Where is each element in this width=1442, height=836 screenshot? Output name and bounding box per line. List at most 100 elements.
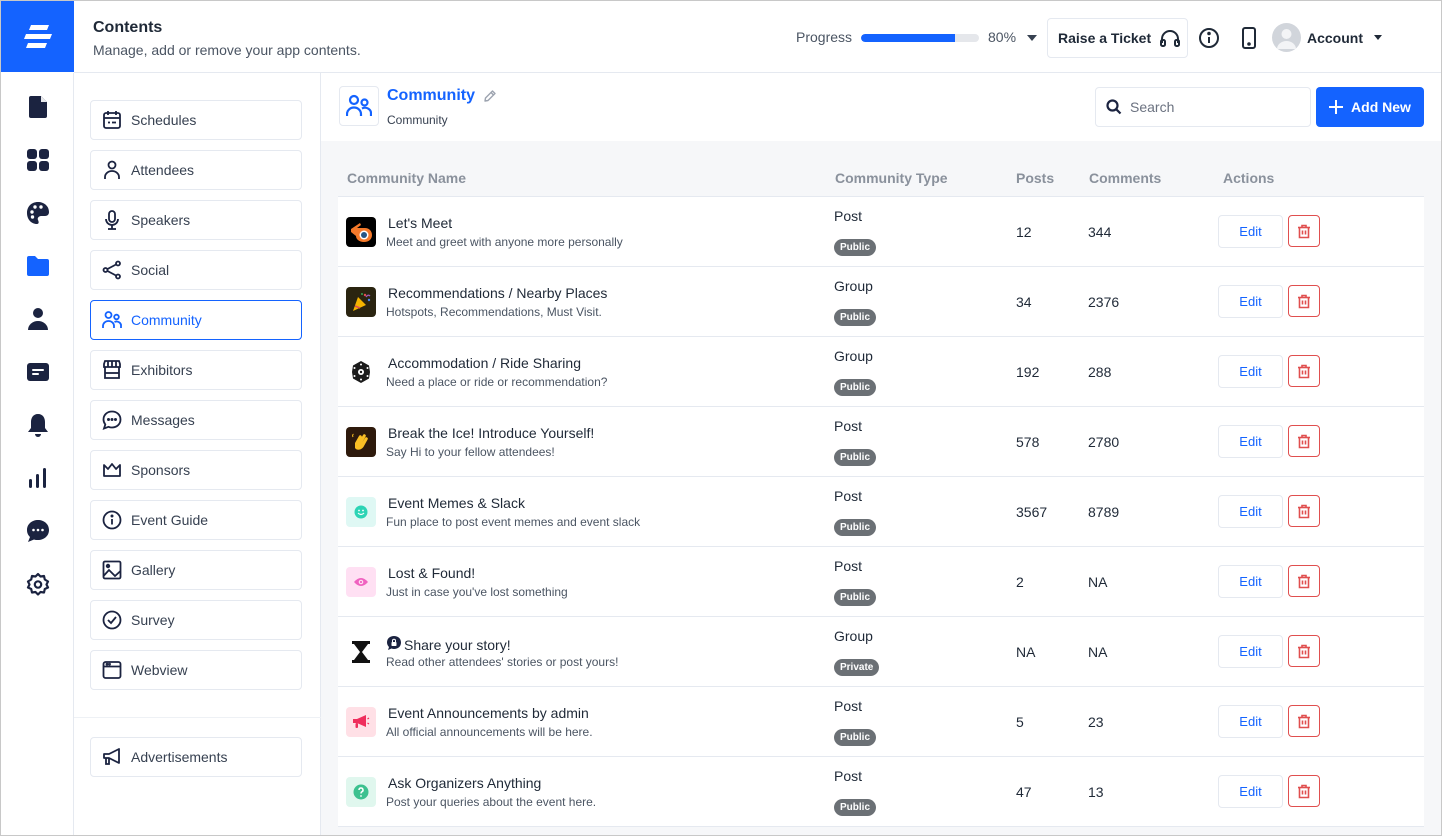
table-row[interactable]: Let's Meet Meet and greet with anyone mo… xyxy=(338,197,1424,267)
sidebar-item-community[interactable]: Community xyxy=(90,300,302,340)
edit-button[interactable]: Edit xyxy=(1218,775,1283,808)
search-box[interactable] xyxy=(1095,87,1311,127)
rail-item-chat[interactable] xyxy=(25,518,51,544)
waving-hand-icon xyxy=(352,433,368,450)
column-header-comments[interactable]: Comments xyxy=(1089,170,1161,186)
lock-chat-icon xyxy=(387,636,401,650)
edit-button[interactable]: Edit xyxy=(1218,285,1283,318)
sidebar-item-label: Survey xyxy=(131,612,175,628)
community-type: Group xyxy=(834,628,873,644)
community-icon xyxy=(346,217,376,247)
add-new-button[interactable]: Add New xyxy=(1316,87,1424,127)
rail-item-design[interactable] xyxy=(25,200,51,226)
trash-icon xyxy=(1298,434,1310,448)
sidebar-item-survey[interactable]: Survey xyxy=(90,600,302,640)
visibility-badge: Public xyxy=(834,519,877,536)
edit-button[interactable]: Edit xyxy=(1218,635,1283,668)
posts-count: 47 xyxy=(1016,784,1032,800)
comments-count: 2780 xyxy=(1088,434,1120,450)
search-input[interactable] xyxy=(1130,99,1300,115)
table-body: Let's Meet Meet and greet with anyone mo… xyxy=(338,197,1424,827)
community-icon xyxy=(346,637,376,667)
sidebar-item-gallery[interactable]: Gallery xyxy=(90,550,302,590)
posts-count: 578 xyxy=(1016,434,1040,450)
edit-button[interactable]: Edit xyxy=(1218,215,1283,248)
edit-button[interactable]: Edit xyxy=(1218,495,1283,528)
edit-button[interactable]: Edit xyxy=(1218,705,1283,738)
rail-item-users[interactable] xyxy=(25,306,51,332)
rail-item-contents[interactable] xyxy=(25,253,51,279)
comments-count: 2376 xyxy=(1088,294,1120,310)
comments-count: 8789 xyxy=(1088,504,1120,520)
community-description: Say Hi to your fellow attendees! xyxy=(386,445,555,459)
smiley-icon xyxy=(354,505,368,519)
column-header-posts[interactable]: Posts xyxy=(1016,170,1054,186)
sidebar-item-event-guide[interactable]: Event Guide xyxy=(90,500,302,540)
rail-item-settings[interactable] xyxy=(25,571,51,597)
mobile-preview-icon[interactable] xyxy=(1241,27,1257,49)
table-row[interactable]: Ask Organizers Anything Post your querie… xyxy=(338,757,1424,827)
edit-button[interactable]: Edit xyxy=(1218,355,1283,388)
sidebar-item-webview[interactable]: Webview xyxy=(90,650,302,690)
brand-logo[interactable] xyxy=(1,1,74,72)
sidebar-item-advertisements[interactable]: Advertisements xyxy=(90,737,302,777)
plus-icon xyxy=(1329,100,1344,114)
delete-button[interactable] xyxy=(1288,705,1320,737)
edit-button[interactable]: Edit xyxy=(1218,565,1283,598)
raise-ticket-button[interactable]: Raise a Ticket xyxy=(1047,18,1188,58)
table-row[interactable]: Event Memes & Slack Fun place to post ev… xyxy=(338,477,1424,547)
delete-button[interactable] xyxy=(1288,355,1320,387)
table-row[interactable]: Recommendations / Nearby Places Hotspots… xyxy=(338,267,1424,337)
sidebar-item-attendees[interactable]: Attendees xyxy=(90,150,302,190)
delete-button[interactable] xyxy=(1288,635,1320,667)
community-name-text: Break the Ice! Introduce Yourself! xyxy=(388,425,595,441)
column-header-name[interactable]: Community Name xyxy=(347,170,466,186)
account-label: Account xyxy=(1307,29,1363,46)
sidebar-item-schedules[interactable]: Schedules xyxy=(90,100,302,140)
community-name: Let's Meet xyxy=(386,215,452,231)
sidebar-item-speakers[interactable]: Speakers xyxy=(90,200,302,240)
chat-icon xyxy=(27,520,49,542)
account-menu[interactable]: Account xyxy=(1272,23,1382,52)
table-row[interactable]: Accommodation / Ride Sharing Need a plac… xyxy=(338,337,1424,407)
table-row[interactable]: Break the Ice! Introduce Yourself! Say H… xyxy=(338,407,1424,477)
delete-button[interactable] xyxy=(1288,495,1320,527)
column-header-type[interactable]: Community Type xyxy=(835,170,948,186)
delete-button[interactable] xyxy=(1288,565,1320,597)
person-icon xyxy=(104,160,120,179)
sidebar-divider xyxy=(74,717,321,718)
table-row[interactable]: Event Announcements by admin All officia… xyxy=(338,687,1424,757)
community-type: Post xyxy=(834,418,863,434)
rail-item-analytics[interactable] xyxy=(25,465,51,491)
sidebar-item-messages[interactable]: Messages xyxy=(90,400,302,440)
sidebar-item-sponsors[interactable]: Sponsors xyxy=(90,450,302,490)
edit-button[interactable]: Edit xyxy=(1218,425,1283,458)
rail-item-pages[interactable] xyxy=(25,359,51,385)
pencil-icon[interactable] xyxy=(483,89,497,103)
delete-button[interactable] xyxy=(1288,285,1320,317)
hourglass-icon xyxy=(352,641,370,663)
sidebar-item-exhibitors[interactable]: Exhibitors xyxy=(90,350,302,390)
top-bar: Contents Manage, add or remove your app … xyxy=(74,1,1441,73)
community-type: Post xyxy=(834,768,863,784)
column-header-actions: Actions xyxy=(1223,170,1275,186)
grid-icon xyxy=(27,149,49,171)
delete-button[interactable] xyxy=(1288,775,1320,807)
info-icon[interactable] xyxy=(1198,27,1220,49)
rail-item-documents[interactable] xyxy=(25,94,51,120)
page-subtitle: Manage, add or remove your app contents. xyxy=(93,42,361,58)
community-description: Need a place or ride or recommendation? xyxy=(386,375,608,389)
rail-item-dashboard[interactable] xyxy=(25,147,51,173)
progress-dropdown-caret-icon[interactable] xyxy=(1027,35,1037,41)
posts-count: 192 xyxy=(1016,364,1040,380)
posts-count: 34 xyxy=(1016,294,1032,310)
delete-button[interactable] xyxy=(1288,215,1320,247)
table-row[interactable]: Lost & Found! Just in case you've lost s… xyxy=(338,547,1424,617)
crown-icon xyxy=(103,463,121,477)
table-row[interactable]: Share your story! Read other attendees' … xyxy=(338,617,1424,687)
delete-button[interactable] xyxy=(1288,425,1320,457)
rail-item-notifications[interactable] xyxy=(25,412,51,438)
sidebar-item-social[interactable]: Social xyxy=(90,250,302,290)
trash-icon xyxy=(1298,574,1310,588)
community-type: Group xyxy=(834,348,873,364)
